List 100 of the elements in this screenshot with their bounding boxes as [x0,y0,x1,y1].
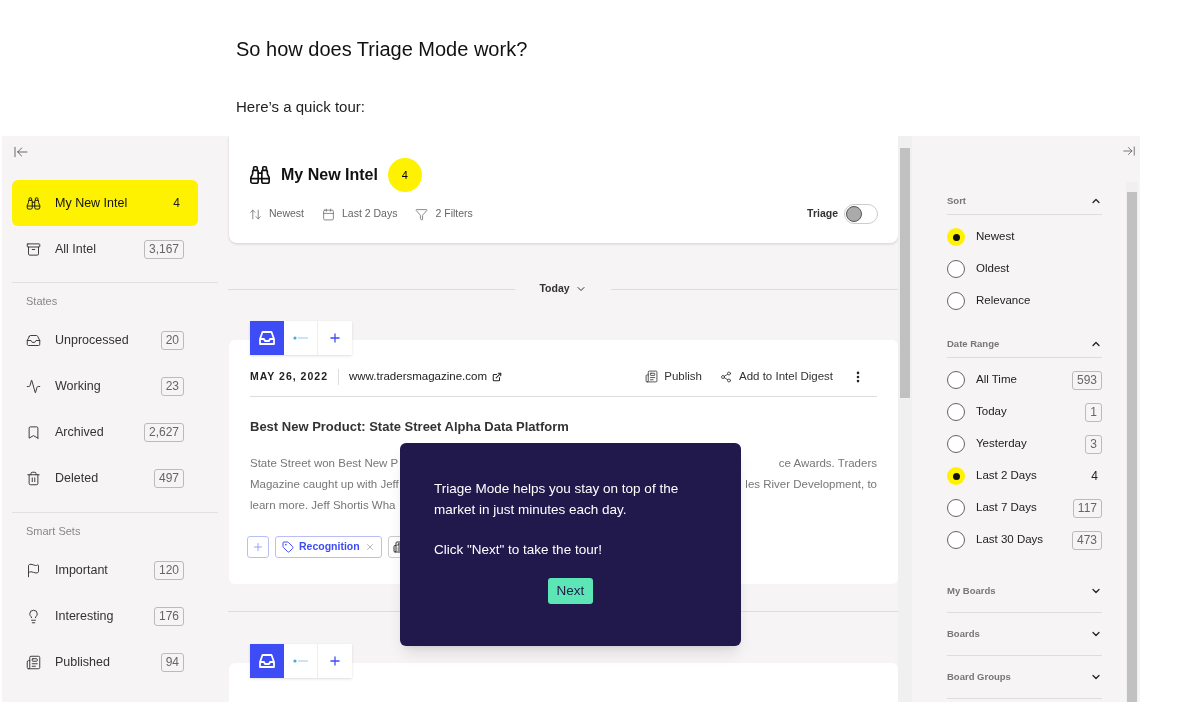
radio-option[interactable]: Yesterday 3 [947,428,1102,460]
filter-chip[interactable]: Last 2 Days [322,206,398,222]
sidebar-item[interactable]: Deleted 497 [12,455,198,502]
item-count: 4 [172,195,181,212]
remove-icon [364,541,375,552]
flag-icon [26,562,41,578]
item-label: Working [55,378,102,396]
section-header[interactable]: Date Range [947,331,1102,358]
tag-icon [282,540,294,553]
article-date: MAY 26, 2022 [250,368,339,385]
main-scrollbar[interactable] [898,136,912,702]
radio-button[interactable] [947,435,965,453]
pulse-icon [26,379,41,394]
share-icon [720,370,732,383]
expand-icon[interactable] [1122,144,1136,158]
radio-button[interactable] [947,292,965,310]
option-label: Last 7 Days [976,500,1038,516]
sort-arrows-icon [249,207,262,221]
radio-option[interactable]: Relevance [947,285,1102,317]
item-count: 94 [160,652,184,672]
filter-chip[interactable]: Newest [249,206,304,222]
external-link-icon [492,371,503,382]
sidebar-item[interactable]: Important 120 [12,547,198,593]
section-label: States [25,294,59,309]
section-label: Smart Sets [25,523,82,539]
radio-button[interactable] [947,371,965,389]
option-label: Last 2 Days [976,468,1038,484]
radio-option[interactable]: Last 30 Days 473 [947,524,1102,556]
page-title: My New Intel [281,165,378,185]
sidebar-item[interactable]: My New Intel 4 [12,180,198,226]
radio-option[interactable]: Last 2 Days 4 [947,460,1102,492]
tour-text: Triage Mode helps you stay on top of the market in just minutes each day. [434,480,680,519]
inbox-icon [26,333,41,348]
triage-toggle[interactable] [844,204,878,224]
digest-button[interactable]: Add to Intel Digest [720,368,833,386]
radio-button[interactable] [947,403,965,421]
section-header[interactable]: Boards [947,613,1102,656]
group-label[interactable]: Today [515,281,611,298]
sidebar-item[interactable]: Published 94 [12,639,198,685]
item-count: 20 [160,331,184,350]
tag-chip[interactable]: Recognition [275,535,382,558]
binoculars-icon [26,195,41,211]
archive-box-icon [26,241,41,257]
source-link[interactable]: www.tradersmagazine.com [348,368,503,386]
body-text: learn more. Jeff Shortis Wha [250,497,396,513]
radio-option[interactable]: Newest [947,221,1102,253]
toggle-label: Triage [807,206,838,222]
item-label: Interesting [55,607,115,625]
radio-option[interactable]: Last 7 Days 117 [947,492,1102,524]
item-label: My New Intel [55,194,129,212]
radio-button[interactable] [947,467,965,485]
section-title: Boards [947,626,980,641]
next-button[interactable]: Next [547,578,594,605]
filter-chip[interactable]: 2 Filters [415,206,473,222]
item-count: 2,627 [143,423,184,442]
section-title: My Boards [947,583,996,598]
item-label: All Intel [55,240,97,258]
logo-icon [292,336,309,341]
sidebar-item[interactable]: Unprocessed 20 [12,317,198,364]
item-count: 176 [153,606,184,626]
filter-icon [415,207,429,221]
collapse-icon[interactable] [13,144,29,160]
option-label: Last 30 Days [976,532,1045,548]
section-header[interactable]: Board Groups [947,656,1102,699]
inbox-icon [259,654,275,669]
radio-option[interactable]: Oldest [947,253,1102,285]
inbox-icon [259,331,275,346]
section-header[interactable]: My Boards [947,570,1102,613]
plus-icon [252,540,264,553]
body-text: les River Development, to [745,476,877,492]
radio-button[interactable] [947,260,965,278]
lightbulb-icon [26,608,41,624]
section-header[interactable]: Sort [947,188,1102,215]
radio-button[interactable] [947,228,965,246]
sidebar-item[interactable]: All Intel 3,167 [12,226,198,272]
body-text: ce Awards. Traders [778,455,877,471]
add-button[interactable] [318,321,352,356]
sidebar-item[interactable]: Archived 2,627 [12,409,198,456]
inbox-button[interactable] [250,644,284,679]
binoculars-icon [249,164,271,186]
item-label: Archived [55,424,105,442]
add-button[interactable] [318,644,352,679]
publish-button[interactable]: Publish [645,368,702,386]
scrollbar[interactable] [1126,182,1138,702]
tour-text: Click "Next" to take the tour! [434,541,603,559]
sidebar-item[interactable]: Working 23 [12,363,198,410]
intro-text: Here’s a quick tour: [236,97,366,117]
radio-option[interactable]: Today 1 [947,396,1102,428]
trash-icon [26,471,41,486]
inbox-button[interactable] [250,321,284,356]
calendar-icon [322,207,335,221]
option-label: All Time [976,372,1018,388]
section-title: Sort [947,193,966,208]
sidebar-item[interactable]: Interesting 176 [12,593,198,639]
item-label: Published [55,653,111,671]
radio-button[interactable] [947,499,965,517]
item-label: Deleted [55,470,100,488]
radio-option[interactable]: All Time 593 [947,364,1102,396]
body-text: Magazine caught up with Jeff [250,476,399,492]
radio-button[interactable] [947,531,965,549]
